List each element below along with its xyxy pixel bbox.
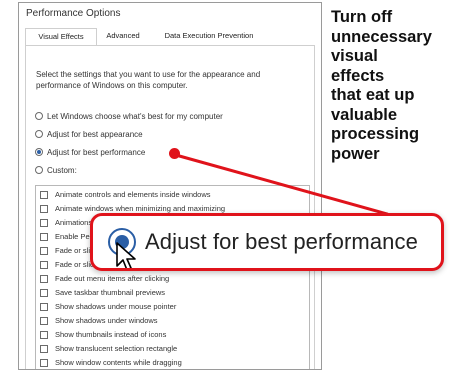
checkbox[interactable]	[40, 190, 48, 199]
checkbox[interactable]	[40, 218, 48, 227]
checkbox-label: Show shadows under mouse pointer	[55, 302, 177, 311]
checkbox-label: Show thumbnails instead of icons	[55, 330, 167, 339]
pointer-dot	[169, 148, 180, 159]
performance-options-screenshot: Performance Options Visual Effects Advan…	[18, 2, 322, 370]
checkbox-label: Animate windows when minimizing and maxi…	[55, 204, 226, 213]
magnified-option: Adjust for best performance	[90, 213, 444, 271]
checkbox[interactable]	[40, 358, 48, 367]
checkbox-label: Show window contents while dragging	[55, 358, 182, 367]
tab-bar: Visual Effects Advanced Data Execution P…	[25, 28, 315, 46]
tab-advanced[interactable]: Advanced	[99, 28, 147, 44]
radio-button[interactable]	[35, 166, 43, 174]
dialog-title: Performance Options	[26, 8, 121, 19]
checkbox[interactable]	[40, 344, 48, 353]
radio-let-windows-choose[interactable]: Let Windows choose what's best for my co…	[35, 110, 223, 122]
tab-visual-effects[interactable]: Visual Effects	[25, 28, 97, 46]
mouse-cursor-icon	[116, 242, 136, 268]
checkbox-label: Fade out menu items after clicking	[55, 274, 170, 283]
checkbox-item[interactable]: Show shadows under windows	[40, 315, 158, 326]
radio-button[interactable]	[35, 130, 43, 138]
magnified-option-label: Adjust for best performance	[145, 229, 418, 254]
checkbox-item[interactable]: Show thumbnails instead of icons	[40, 329, 166, 340]
checkbox-item[interactable]: Show translucent selection rectangle	[40, 343, 177, 354]
radio-best-performance[interactable]: Adjust for best performance	[35, 146, 145, 158]
checkbox[interactable]	[40, 316, 48, 325]
checkbox-item[interactable]: Animate controls and elements inside win…	[40, 189, 211, 200]
radio-label: Adjust for best appearance	[47, 129, 143, 139]
checkbox-item[interactable]: Save taskbar thumbnail previews	[40, 287, 165, 298]
checkbox-label: Show shadows under windows	[55, 316, 158, 325]
checkbox[interactable]	[40, 260, 48, 269]
checkbox-item[interactable]: Enable Peek	[40, 231, 98, 242]
checkbox-label: Animate controls and elements inside win…	[55, 190, 211, 199]
radio-custom[interactable]: Custom:	[35, 164, 77, 176]
checkbox-item[interactable]: Show window contents while dragging	[40, 357, 182, 368]
checkbox[interactable]	[40, 288, 48, 297]
checkbox[interactable]	[40, 246, 48, 255]
radio-button-selected[interactable]	[35, 148, 43, 156]
checkbox[interactable]	[40, 274, 48, 283]
radio-best-appearance[interactable]: Adjust for best appearance	[35, 128, 143, 140]
radio-label: Adjust for best performance	[47, 147, 146, 157]
radio-label: Let Windows choose what's best for my co…	[47, 111, 223, 121]
checkbox[interactable]	[40, 204, 48, 213]
checkbox-item[interactable]: Show shadows under mouse pointer	[40, 301, 176, 312]
checkbox[interactable]	[40, 302, 48, 311]
checkbox-item[interactable]: Fade out menu items after clicking	[40, 273, 169, 284]
checkbox-label: Show translucent selection rectangle	[55, 344, 178, 353]
radio-button[interactable]	[35, 112, 43, 120]
checkbox-label: Save taskbar thumbnail previews	[55, 288, 166, 297]
radio-label: Custom:	[47, 165, 77, 175]
callout-text: Turn off unnecessary visual effects that…	[331, 8, 432, 163]
checkbox[interactable]	[40, 330, 48, 339]
tab-data-execution-prevention[interactable]: Data Execution Prevention	[151, 28, 267, 44]
checkbox[interactable]	[40, 232, 48, 241]
intro-text: Select the settings that you want to use…	[36, 70, 261, 90]
